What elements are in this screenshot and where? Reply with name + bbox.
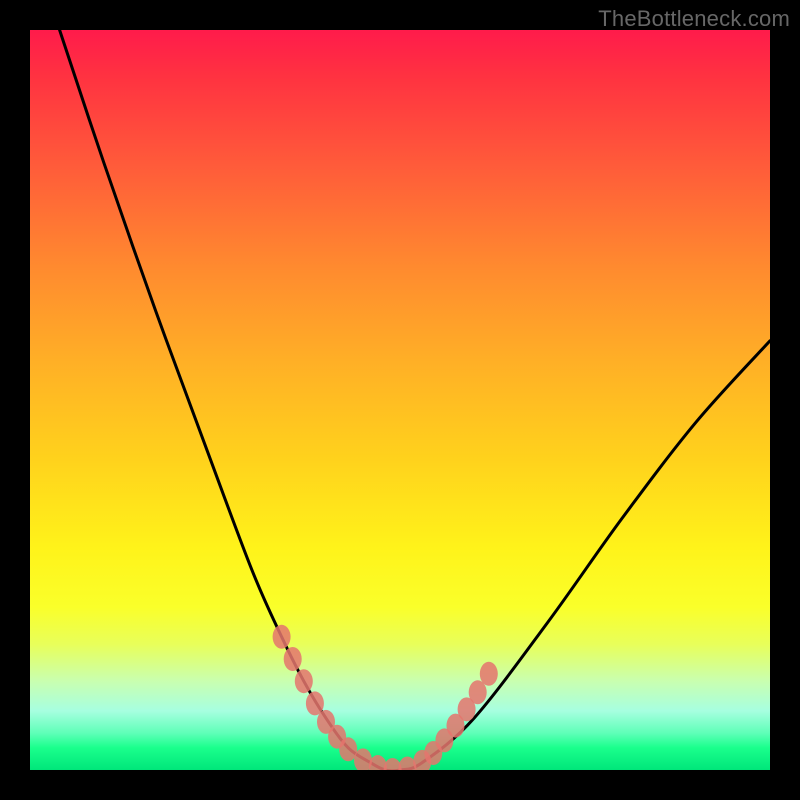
sample-marker xyxy=(284,647,302,671)
sample-marker xyxy=(273,625,291,649)
sample-marker xyxy=(295,669,313,693)
sample-markers xyxy=(273,625,498,770)
plot-area xyxy=(30,30,770,770)
watermark-text: TheBottleneck.com xyxy=(598,6,790,32)
chart-frame: TheBottleneck.com xyxy=(0,0,800,800)
sample-marker xyxy=(480,662,498,686)
bottleneck-curve-svg xyxy=(30,30,770,770)
bottleneck-curve-path xyxy=(60,30,770,770)
